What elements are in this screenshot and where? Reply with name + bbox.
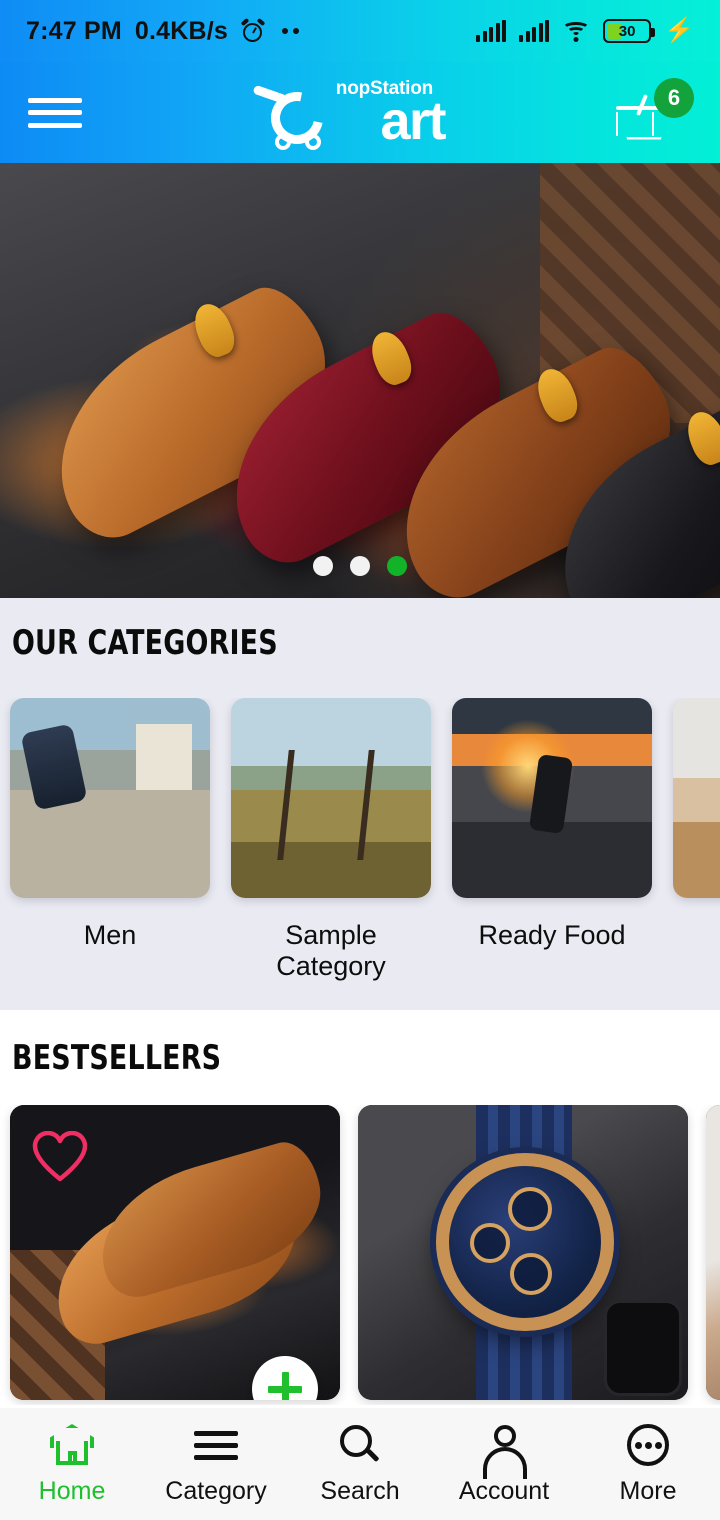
nav-label: Search xyxy=(320,1476,400,1505)
category-label: Sample Category xyxy=(276,920,386,981)
app-header: nopStation art 6 xyxy=(0,62,720,163)
carousel-dots xyxy=(0,556,720,576)
product-card[interactable] xyxy=(706,1105,720,1400)
battery-percent: 30 xyxy=(618,22,636,40)
status-time: 7:47 PM xyxy=(26,16,122,45)
cart-count-badge: 6 xyxy=(654,77,694,118)
category-card-sample-category[interactable]: Sample Category xyxy=(231,698,431,998)
cart-logo-glyph-icon xyxy=(252,81,345,154)
product-card[interactable] xyxy=(10,1105,340,1400)
nav-item-account[interactable]: Account xyxy=(432,1408,576,1520)
status-network-speed: 0.4KB/s xyxy=(134,16,229,45)
bestsellers-scroller[interactable] xyxy=(0,1105,720,1405)
bestsellers-section: BESTSELLERS xyxy=(0,1010,720,1408)
logo-brand-main: art xyxy=(380,90,446,151)
category-card-men[interactable]: Men xyxy=(10,698,210,998)
home-icon xyxy=(46,1423,98,1467)
product-card[interactable] xyxy=(358,1105,688,1400)
signal-bars-icon xyxy=(519,20,550,42)
watch-band-bottom xyxy=(476,1320,572,1400)
category-thumb-sample-category xyxy=(231,698,431,898)
nav-item-category[interactable]: Category xyxy=(144,1408,288,1520)
bottom-navigation-bar: Home Category Search Account More xyxy=(0,1408,720,1520)
list-lines-icon xyxy=(190,1423,242,1467)
more-dots-icon xyxy=(282,28,300,34)
categories-title: OUR CATEGORIES xyxy=(12,623,278,663)
alarm-clock-icon xyxy=(240,17,266,43)
watch-subdial xyxy=(508,1187,552,1231)
category-card-ready-food[interactable]: Ready Food xyxy=(452,698,652,998)
nav-label: More xyxy=(619,1476,677,1505)
nav-label: Account xyxy=(458,1476,550,1505)
carousel-dot-1[interactable] xyxy=(313,556,333,576)
battery-icon: 30 xyxy=(603,19,656,43)
charging-bolt-icon: ⚡ xyxy=(664,17,694,44)
nav-item-search[interactable]: Search xyxy=(288,1408,432,1520)
carousel-dot-2[interactable] xyxy=(350,556,370,576)
cart-button[interactable]: 6 xyxy=(616,77,694,144)
signal-bars-icon xyxy=(476,20,507,42)
category-label: Men xyxy=(83,920,137,950)
category-thumb-men xyxy=(10,698,210,898)
bestsellers-title: BESTSELLERS xyxy=(12,1038,222,1078)
hero-banner-carousel[interactable] xyxy=(0,163,720,598)
magnifier-icon xyxy=(334,1423,386,1467)
watch-subdial xyxy=(510,1253,552,1295)
product-decor-phone xyxy=(604,1300,682,1396)
watch-subdial xyxy=(470,1223,510,1263)
carousel-dot-3-active[interactable] xyxy=(387,556,407,576)
status-bar-right: 30 ⚡ xyxy=(476,19,694,43)
category-card-next-partial[interactable] xyxy=(673,698,720,998)
person-icon xyxy=(478,1423,530,1479)
categories-scroller[interactable]: Men Sample Category Ready Food xyxy=(0,698,720,998)
status-bar-left: 7:47 PM 0.4KB/s xyxy=(26,16,300,46)
app-logo[interactable]: nopStation art xyxy=(249,74,449,154)
category-thumb-next-partial xyxy=(673,698,720,898)
nav-item-home[interactable]: Home xyxy=(0,1408,144,1520)
product-image-next-partial xyxy=(706,1105,720,1400)
nav-item-more[interactable]: More xyxy=(576,1408,720,1520)
category-label: Ready Food xyxy=(478,920,626,950)
category-thumb-ready-food xyxy=(452,698,652,898)
wifi-icon xyxy=(562,20,591,42)
status-bar: 7:47 PM 0.4KB/s 30 ⚡ xyxy=(0,0,720,62)
nav-label: Category xyxy=(165,1476,267,1505)
watch-dial xyxy=(436,1153,614,1331)
heart-outline-icon[interactable] xyxy=(32,1131,88,1183)
ellipsis-circle-icon xyxy=(622,1423,674,1467)
categories-section: OUR CATEGORIES Men Sample Category Ready… xyxy=(0,598,720,1010)
nav-label: Home xyxy=(38,1476,106,1505)
hamburger-menu-icon[interactable] xyxy=(28,92,82,134)
